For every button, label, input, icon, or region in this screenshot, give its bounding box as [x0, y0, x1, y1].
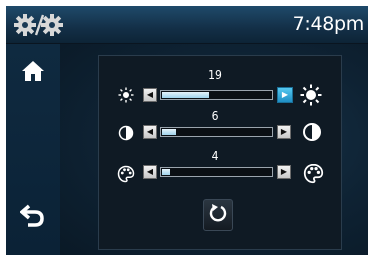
color-slider[interactable] [160, 167, 273, 177]
color-palette-icon [302, 162, 324, 184]
brightness-value: 19 [208, 68, 222, 82]
color-increase-button[interactable]: ▶ [277, 165, 291, 179]
clock: 7:48pm [292, 13, 365, 35]
contrast-increase-button[interactable]: ▶ [277, 125, 291, 139]
brightness-slider-fill [162, 92, 209, 98]
back-button[interactable] [10, 194, 56, 240]
home-button[interactable] [10, 50, 56, 96]
sun-small-icon [117, 86, 135, 104]
sun-large-icon [300, 84, 322, 106]
contrast-slider-fill [162, 129, 176, 135]
home-icon [21, 60, 45, 86]
brightness-slider[interactable] [160, 90, 273, 100]
color-slider-fill [162, 169, 170, 175]
settings-gears-icon[interactable] [14, 12, 64, 38]
reset-button[interactable] [203, 199, 233, 231]
reset-icon [209, 203, 227, 227]
contrast-decrease-button[interactable]: ◀ [143, 125, 157, 139]
color-value: 4 [211, 149, 219, 163]
contrast-slider[interactable] [160, 127, 273, 137]
back-icon [19, 203, 46, 231]
contrast-icon [302, 122, 322, 142]
brightness-increase-button[interactable]: ▶ [277, 87, 293, 103]
color-palette-icon [116, 164, 136, 184]
color-decrease-button[interactable]: ◀ [143, 165, 157, 179]
top-bar: 7:48pm [6, 6, 368, 44]
contrast-value: 6 [211, 109, 219, 123]
contrast-icon [117, 124, 135, 142]
brightness-decrease-button[interactable]: ◀ [143, 88, 157, 102]
sidebar [6, 44, 60, 255]
